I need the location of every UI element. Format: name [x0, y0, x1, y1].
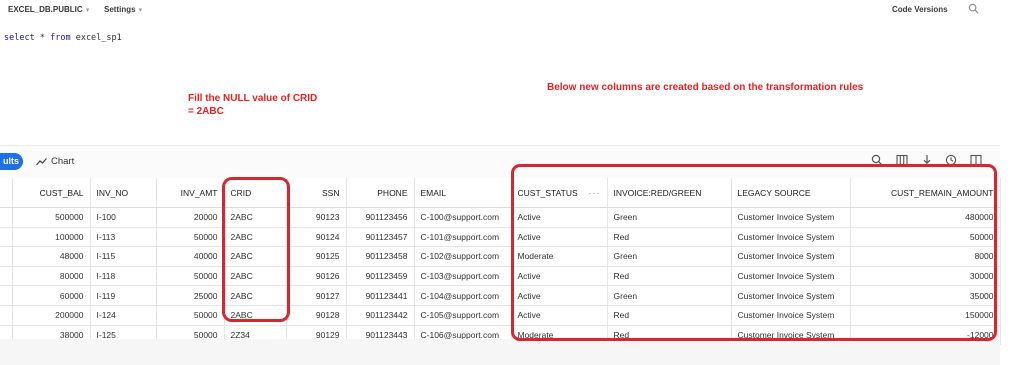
chevron-down-icon: ▾: [85, 7, 90, 14]
chart-line-icon: [36, 158, 47, 166]
row-number-cell: [0, 246, 13, 267]
row-number-cell: [0, 305, 13, 326]
chart-tab-label: Chart: [51, 156, 75, 167]
email-cell[interactable]: C-101@support.com: [414, 227, 512, 248]
inv-amt-cell[interactable]: 50000: [156, 227, 225, 248]
inv-amt-cell[interactable]: 40000: [156, 246, 225, 267]
email-cell[interactable]: C-105@support.com: [414, 305, 512, 326]
cust-bal-cell[interactable]: 60000: [12, 285, 91, 306]
inv-no-cell[interactable]: I-113: [90, 227, 157, 248]
email-cell[interactable]: C-103@support.com: [414, 266, 512, 287]
cust-bal-cell[interactable]: 500000: [12, 207, 91, 228]
column-header[interactable]: INV_NO: [90, 178, 157, 208]
results-empty-area: [0, 339, 1000, 365]
column-header[interactable]: PHONE: [346, 178, 415, 208]
column-header[interactable]: SSN: [286, 178, 347, 208]
sql-editor[interactable]: select * from excel_sp1: [4, 33, 122, 43]
inv-no-cell[interactable]: I-118: [90, 266, 157, 287]
email-cell[interactable]: C-104@support.com: [414, 285, 512, 306]
search-icon[interactable]: [968, 3, 979, 14]
phone-cell[interactable]: 901123442: [346, 305, 415, 326]
annotation-crid-line1: Fill the NULL value of CRID: [188, 93, 318, 104]
ssn-cell[interactable]: 90123: [286, 207, 347, 228]
inv-no-cell[interactable]: I-115: [90, 246, 157, 267]
database-selector[interactable]: EXCEL_DB.PUBLIC ▾: [8, 5, 89, 14]
ssn-cell[interactable]: 90125: [286, 246, 347, 267]
email-cell[interactable]: C-100@support.com: [414, 207, 512, 228]
sql-table-name: excel_sp1: [75, 33, 122, 43]
column-header[interactable]: CUST_BAL: [12, 178, 91, 208]
phone-cell[interactable]: 901123458: [346, 246, 415, 267]
sql-star: *: [39, 33, 45, 43]
column-header[interactable]: EMAIL: [414, 178, 512, 208]
code-versions-button[interactable]: Code Versions: [892, 5, 948, 14]
row-number-cell: [0, 266, 13, 287]
tab-results[interactable]: ults: [0, 153, 23, 170]
phone-cell[interactable]: 901123456: [346, 207, 415, 228]
sql-keyword-from: from: [50, 33, 71, 43]
cust-bal-cell[interactable]: 80000: [12, 266, 91, 287]
cust-bal-cell[interactable]: 200000: [12, 305, 91, 326]
sql-keyword-select: select: [4, 33, 35, 43]
annotation-crid: Fill the NULL value of CRID = 2ABC: [188, 92, 348, 118]
phone-cell[interactable]: 901123441: [346, 285, 415, 306]
column-header[interactable]: INV_AMT: [156, 178, 225, 208]
email-cell[interactable]: C-102@support.com: [414, 246, 512, 267]
cust-bal-cell[interactable]: 100000: [12, 227, 91, 248]
inv-amt-cell[interactable]: 25000: [156, 285, 225, 306]
inv-no-cell[interactable]: I-100: [90, 207, 157, 228]
inv-amt-cell[interactable]: 50000: [156, 305, 225, 326]
phone-cell[interactable]: 901123459: [346, 266, 415, 287]
crid-highlight-box: [222, 177, 290, 322]
inv-amt-cell[interactable]: 50000: [156, 266, 225, 287]
row-number-header: [0, 178, 13, 208]
inv-amt-cell[interactable]: 20000: [156, 207, 225, 228]
ssn-cell[interactable]: 90124: [286, 227, 347, 248]
ssn-cell[interactable]: 90127: [286, 285, 347, 306]
row-number-cell: [0, 227, 13, 248]
chevron-down-icon: ▾: [138, 7, 143, 14]
settings-menu[interactable]: Settings ▾: [104, 5, 142, 14]
inv-no-cell[interactable]: I-119: [90, 285, 157, 306]
database-label: EXCEL_DB.PUBLIC: [8, 5, 83, 14]
ssn-cell[interactable]: 90126: [286, 266, 347, 287]
top-bar: EXCEL_DB.PUBLIC ▾ Settings ▾ Code Versions: [0, 0, 1024, 22]
phone-cell[interactable]: 901123457: [346, 227, 415, 248]
row-number-cell: [0, 285, 13, 306]
tab-chart[interactable]: Chart: [36, 154, 74, 169]
inv-no-cell[interactable]: I-124: [90, 305, 157, 326]
ssn-cell[interactable]: 90128: [286, 305, 347, 326]
annotation-new-columns: Below new columns are created based on t…: [547, 82, 864, 93]
annotation-crid-line2: = 2ABC: [188, 106, 224, 117]
row-number-cell: [0, 207, 13, 228]
settings-label: Settings: [104, 5, 136, 14]
new-columns-highlight-box: [511, 164, 997, 341]
cust-bal-cell[interactable]: 48000: [12, 246, 91, 267]
